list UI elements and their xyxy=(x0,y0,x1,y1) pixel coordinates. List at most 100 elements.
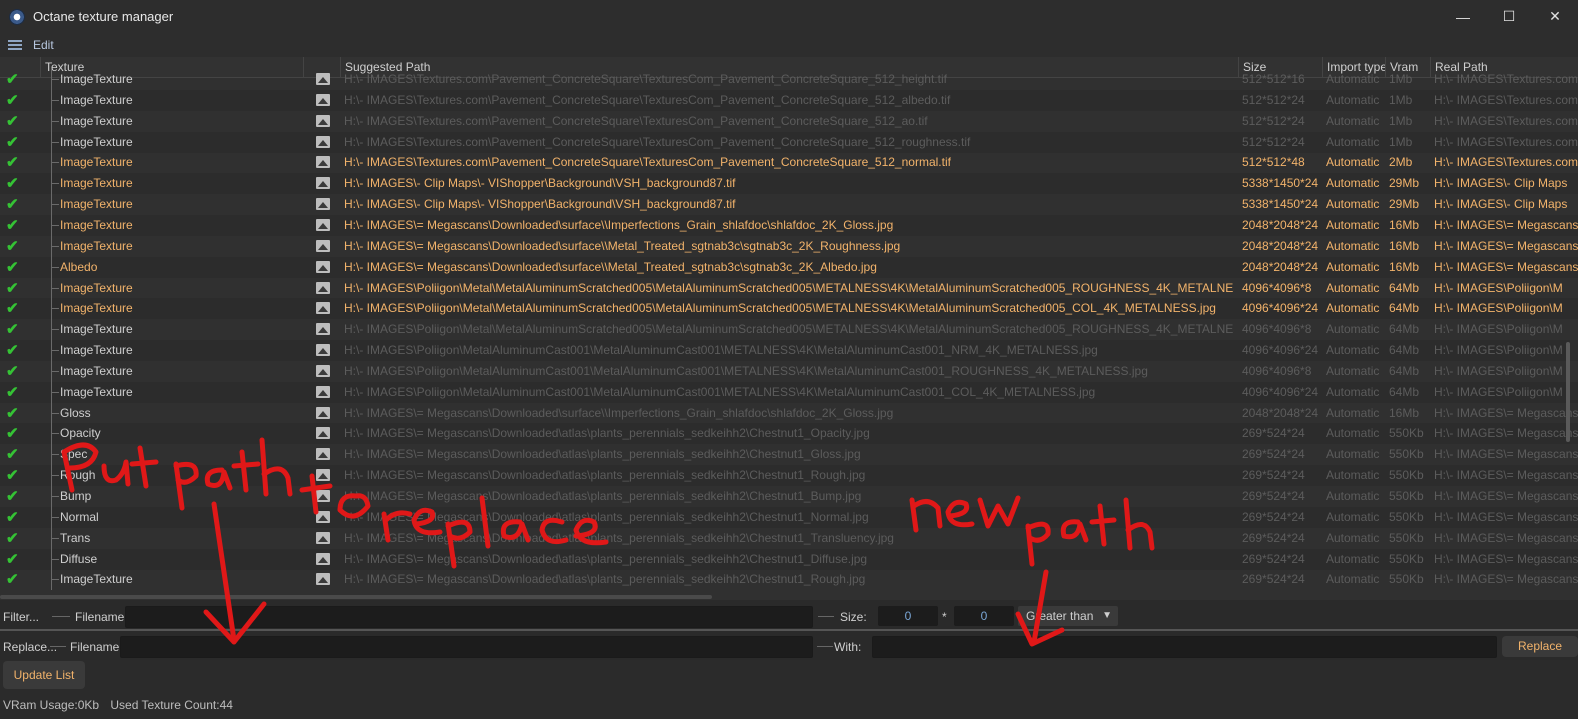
table-row[interactable]: ✔ Opacity H:\- IMAGES\= Megascans\Download… xyxy=(0,423,1578,444)
import-type-cell: Automatic xyxy=(1326,385,1380,399)
tree-branch xyxy=(51,79,59,80)
image-preview-icon[interactable] xyxy=(316,386,330,398)
suggested-path-cell: H:\- IMAGES\= Megascans\Downloaded\atlas… xyxy=(344,468,866,482)
image-preview-icon[interactable] xyxy=(316,94,330,106)
table-row[interactable]: ✔ ImageTexture H:\- IMAGES\- Clip Maps\- V… xyxy=(0,173,1578,194)
image-preview-icon[interactable] xyxy=(316,323,330,335)
table-row[interactable]: ✔ ImageTexture H:\- IMAGES\= Megascans\Dow… xyxy=(0,569,1578,590)
hamburger-menu-icon[interactable] xyxy=(8,38,22,52)
image-preview-icon[interactable] xyxy=(316,573,330,585)
image-preview-icon[interactable] xyxy=(316,553,330,565)
import-type-cell: Automatic xyxy=(1326,260,1380,274)
import-type-cell: Automatic xyxy=(1326,406,1380,420)
import-type-cell: Automatic xyxy=(1326,301,1380,315)
suggested-path-cell: H:\- IMAGES\Textures.com\Pavement_Concre… xyxy=(344,135,971,149)
image-preview-icon[interactable] xyxy=(316,73,330,85)
table-row[interactable]: ✔ ImageTexture H:\- IMAGES\- Clip Maps\- V… xyxy=(0,194,1578,215)
size-cell: 2048*2048*24 xyxy=(1242,218,1319,232)
filter-panel: Filter... Filename Size: 0 * 0 Greater t… xyxy=(0,600,1578,629)
tree-branch xyxy=(51,496,59,497)
minimize-button[interactable]: — xyxy=(1440,0,1486,33)
texture-name: ImageTexture xyxy=(60,301,133,315)
image-preview-icon[interactable] xyxy=(316,365,330,377)
table-row[interactable]: ✔ Diffuse H:\- IMAGES\= Megascans\Download… xyxy=(0,549,1578,570)
table-row[interactable]: ✔ ImageTexture H:\- IMAGES\Textures.com\Pa… xyxy=(0,69,1578,90)
table-row[interactable]: ✔ Albedo H:\- IMAGES\= Megascans\Downloade… xyxy=(0,257,1578,278)
vram-cell: 16Mb xyxy=(1389,406,1420,420)
table-row[interactable]: ✔ ImageTexture H:\- IMAGES\Textures.com\Pa… xyxy=(0,111,1578,132)
suggested-path-cell: H:\- IMAGES\Textures.com\Pavement_Concre… xyxy=(344,114,928,128)
table-row[interactable]: ✔ ImageTexture H:\- IMAGES\Textures.com\Pa… xyxy=(0,90,1578,111)
image-preview-icon[interactable] xyxy=(316,490,330,502)
import-type-cell: Automatic xyxy=(1326,93,1380,107)
size-height-input[interactable]: 0 xyxy=(954,606,1014,626)
image-preview-icon[interactable] xyxy=(316,511,330,523)
real-path-cell: H:\- IMAGES\Textures.com xyxy=(1434,114,1578,128)
filter-filename-label: Filename xyxy=(75,610,125,624)
table-row[interactable]: ✔ ImageTexture H:\- IMAGES\Textures.com\Pa… xyxy=(0,132,1578,153)
vram-cell: 550Kb xyxy=(1389,552,1424,566)
image-preview-icon[interactable] xyxy=(316,219,330,231)
suggested-path-cell: H:\- IMAGES\Poliigon\MetalAluminumCast00… xyxy=(344,343,1098,357)
image-preview-icon[interactable] xyxy=(316,198,330,210)
check-icon: ✔ xyxy=(6,259,19,276)
table-row[interactable]: ✔ ImageTexture H:\- IMAGES\Poliigon\Metal\… xyxy=(0,298,1578,319)
replace-button[interactable]: Replace xyxy=(1502,636,1578,657)
image-preview-icon[interactable] xyxy=(316,177,330,189)
table-row[interactable]: ✔ ImageTexture H:\- IMAGES\= Megascans\Dow… xyxy=(0,236,1578,257)
horizontal-scrollbar[interactable] xyxy=(0,595,712,599)
image-preview-icon[interactable] xyxy=(316,469,330,481)
import-type-cell: Automatic xyxy=(1326,510,1380,524)
table-row[interactable]: ✔ ImageTexture H:\- IMAGES\Poliigon\MetalA… xyxy=(0,361,1578,382)
image-preview-icon[interactable] xyxy=(316,136,330,148)
table-row[interactable]: ✔ Bump H:\- IMAGES\= Megascans\Downloaded\… xyxy=(0,486,1578,507)
size-cell: 4096*4096*24 xyxy=(1242,301,1319,315)
check-icon: ✔ xyxy=(6,384,19,401)
real-path-cell: H:\- IMAGES\= Megascans xyxy=(1434,531,1578,545)
table-row[interactable]: ✔ Trans H:\- IMAGES\= Megascans\Downloaded… xyxy=(0,528,1578,549)
image-preview-icon[interactable] xyxy=(316,240,330,252)
table-row[interactable]: ✔ ImageTexture H:\- IMAGES\Poliigon\MetalA… xyxy=(0,340,1578,361)
size-cell: 269*524*24 xyxy=(1242,489,1305,503)
image-preview-icon[interactable] xyxy=(316,282,330,294)
table-row[interactable]: ✔ Spec H:\- IMAGES\= Megascans\Downloaded\… xyxy=(0,444,1578,465)
table-row[interactable]: ✔ Normal H:\- IMAGES\= Megascans\Downloade… xyxy=(0,507,1578,528)
tree-branch xyxy=(51,538,59,539)
filter-filename-input[interactable] xyxy=(125,606,813,628)
image-preview-icon[interactable] xyxy=(316,344,330,356)
tree-branch xyxy=(51,204,59,205)
image-preview-icon[interactable] xyxy=(316,261,330,273)
replace-filename-input[interactable] xyxy=(120,636,813,658)
image-preview-icon[interactable] xyxy=(316,156,330,168)
tree-branch xyxy=(51,162,59,163)
table-row[interactable]: ✔ ImageTexture H:\- IMAGES\= Megascans\Dow… xyxy=(0,215,1578,236)
image-preview-icon[interactable] xyxy=(316,407,330,419)
size-compare-dropdown[interactable]: Greater than ▼ xyxy=(1018,606,1118,626)
table-row[interactable]: ✔ ImageTexture H:\- IMAGES\Poliigon\Metal\… xyxy=(0,319,1578,340)
table-row[interactable]: ✔ Gloss H:\- IMAGES\= Megascans\Downloaded… xyxy=(0,403,1578,424)
texture-name: ImageTexture xyxy=(60,281,133,295)
size-width-input[interactable]: 0 xyxy=(878,606,938,626)
replace-with-input[interactable] xyxy=(872,636,1497,658)
check-icon: ✔ xyxy=(6,154,19,171)
close-button[interactable]: ✕ xyxy=(1532,0,1578,33)
vram-cell: 64Mb xyxy=(1389,322,1420,336)
image-preview-icon[interactable] xyxy=(316,532,330,544)
real-path-cell: H:\- IMAGES\Textures.com xyxy=(1434,155,1578,169)
image-preview-icon[interactable] xyxy=(316,427,330,439)
tree-branch xyxy=(51,475,59,476)
image-preview-icon[interactable] xyxy=(316,115,330,127)
table-row[interactable]: ✔ ImageTexture H:\- IMAGES\Poliigon\Metal\… xyxy=(0,278,1578,299)
maximize-button[interactable]: ☐ xyxy=(1486,0,1532,33)
vertical-scrollbar[interactable] xyxy=(1566,342,1570,442)
texture-name: ImageTexture xyxy=(60,343,133,357)
menu-edit[interactable]: Edit xyxy=(33,38,54,52)
vram-cell: 16Mb xyxy=(1389,239,1420,253)
table-row[interactable]: ✔ Rough H:\- IMAGES\= Megascans\Downloaded… xyxy=(0,465,1578,486)
texture-name: Spec xyxy=(60,447,88,461)
table-row[interactable]: ✔ ImageTexture H:\- IMAGES\Textures.com\Pa… xyxy=(0,152,1578,173)
image-preview-icon[interactable] xyxy=(316,302,330,314)
update-list-button[interactable]: Update List xyxy=(3,661,85,689)
table-row[interactable]: ✔ ImageTexture H:\- IMAGES\Poliigon\MetalA… xyxy=(0,382,1578,403)
image-preview-icon[interactable] xyxy=(316,448,330,460)
